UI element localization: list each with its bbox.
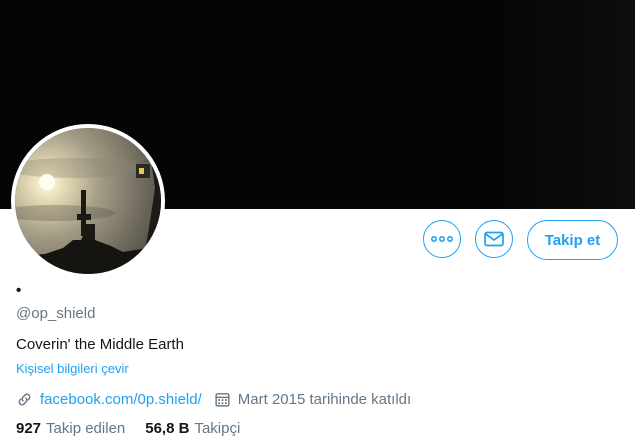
profile-meta: facebook.com/0p.shield/ Mart 2015 tarihi… xyxy=(16,389,411,409)
more-button[interactable] xyxy=(423,220,461,258)
following-label: Takip edilen xyxy=(46,420,126,437)
website-link[interactable]: facebook.com/0p.shield/ xyxy=(40,391,202,408)
joined-date: Mart 2015 tarihinde katıldı xyxy=(237,390,412,408)
banner-texture xyxy=(495,0,635,209)
profile-stats: 927 Takip edilen 56,8 B Takipçi xyxy=(16,420,240,437)
message-button[interactable] xyxy=(475,220,513,258)
link-icon xyxy=(18,393,31,405)
followers-label: Takipçi xyxy=(194,420,241,437)
following-stat[interactable]: 927 Takip edilen xyxy=(16,420,125,437)
calendar-icon xyxy=(215,392,230,407)
followers-count: 56,8 B xyxy=(145,420,190,437)
profile-avatar[interactable] xyxy=(11,124,165,278)
followers-stat[interactable]: 56,8 B Takipçi xyxy=(145,420,240,437)
more-icon xyxy=(431,236,453,242)
follow-button[interactable]: Takip et xyxy=(527,220,618,260)
follow-button-label: Takip et xyxy=(544,231,601,249)
profile-bio: Coverin' the Middle Earth xyxy=(16,336,184,353)
avatar-image xyxy=(15,128,161,274)
joined-info: Mart 2015 tarihinde katıldı xyxy=(214,391,411,408)
display-name: • xyxy=(16,282,22,299)
mail-icon xyxy=(484,231,504,247)
following-count: 927 xyxy=(16,420,42,437)
profile-handle: @op_shield xyxy=(16,305,96,322)
translate-bio-link[interactable]: Kişisel bilgileri çevir xyxy=(16,361,129,376)
